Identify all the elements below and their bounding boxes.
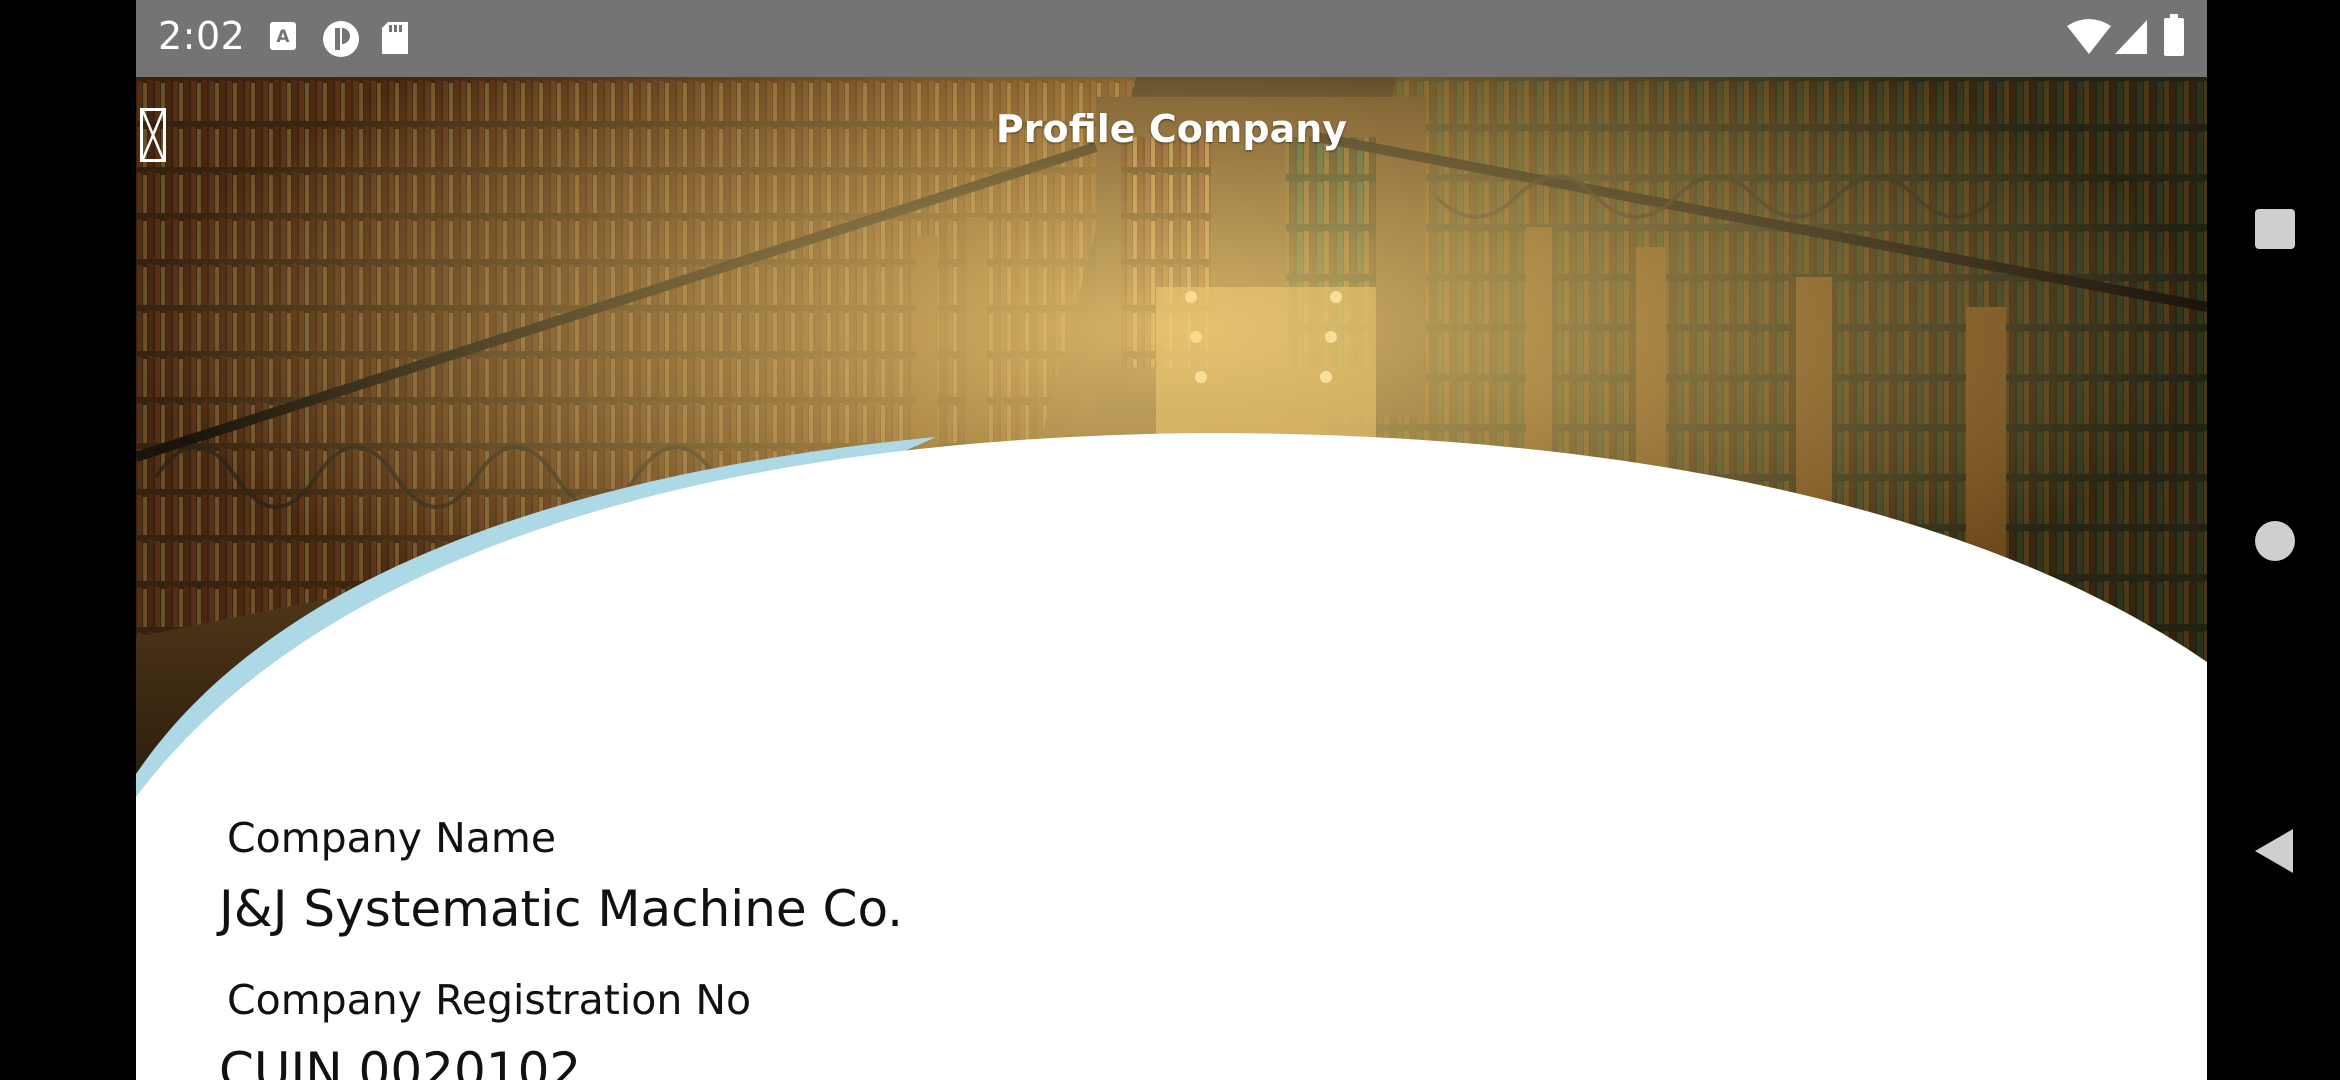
- status-bar: 2:02 A: [136, 0, 2207, 77]
- company-name-value: J&J Systematic Machine Co.: [219, 880, 904, 938]
- company-registration-label: Company Registration No: [227, 976, 752, 1024]
- back-triangle-icon[interactable]: [2253, 827, 2297, 880]
- header-banner: [136, 77, 2207, 797]
- company-name-label: Company Name: [227, 814, 557, 862]
- sd-card-icon: [380, 20, 410, 61]
- a-keyboard-icon: A: [268, 20, 298, 57]
- home-circle-icon[interactable]: [2253, 519, 2297, 568]
- library-banner-image: [136, 77, 2207, 797]
- company-registration-value: CUIN 0020102: [219, 1042, 582, 1080]
- svg-text:A: A: [276, 27, 290, 47]
- app-screen: 2:02 A Profile Company Company Name J&J …: [136, 0, 2207, 1080]
- recents-square-icon[interactable]: [2253, 207, 2297, 256]
- pinwheel-app-icon: [322, 20, 360, 63]
- wifi-icon: [2067, 18, 2111, 61]
- device-frame: 2:02 A Profile Company Company Name J&J …: [0, 0, 2340, 1080]
- navigation-bar: [2207, 0, 2340, 1080]
- cell-signal-icon: [2113, 18, 2149, 61]
- status-time: 2:02: [158, 14, 246, 58]
- battery-icon: [2163, 14, 2185, 63]
- page-title: Profile Company: [995, 107, 1348, 151]
